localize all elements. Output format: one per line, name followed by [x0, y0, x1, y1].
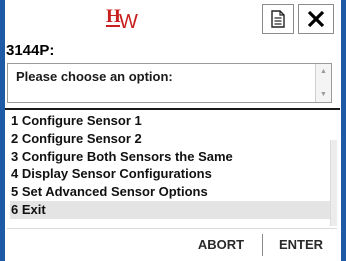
enter-button[interactable]: ENTER: [266, 232, 336, 258]
menu-item-display-sensor-configurations[interactable]: 4 Display Sensor Configurations: [10, 165, 330, 183]
right-frame-edge: [341, 0, 346, 261]
footer-divider: [7, 228, 337, 229]
close-button[interactable]: [298, 4, 334, 34]
document-button[interactable]: [262, 4, 294, 34]
close-icon: [307, 10, 325, 28]
menu-item-set-advanced-options[interactable]: 5 Set Advanced Sensor Options: [10, 183, 330, 201]
menu-item-configure-both-sensors[interactable]: 3 Configure Both Sensors the Same: [10, 148, 330, 166]
scroll-up-icon[interactable]: ▲: [316, 68, 331, 75]
scroll-down-icon[interactable]: ▼: [316, 91, 331, 98]
logo-letter-w: W: [119, 11, 138, 33]
document-icon: [271, 10, 285, 28]
menu-scrollbar[interactable]: [330, 140, 337, 226]
menu-item-configure-sensor-1[interactable]: 1 Configure Sensor 1: [10, 112, 330, 130]
left-frame-edge: [0, 0, 5, 261]
abort-button[interactable]: ABORT: [182, 232, 260, 258]
menu-item-exit[interactable]: 6 Exit: [10, 200, 330, 219]
prompt-box: Please choose an option: ▲ ▼: [7, 63, 332, 103]
menu-item-configure-sensor-2[interactable]: 2 Configure Sensor 2: [10, 130, 330, 148]
hw-logo-icon: H W: [106, 6, 138, 33]
button-separator: [262, 234, 263, 256]
handheld-screen: H W 3144P: Please choose an option: ▲ ▼ …: [0, 0, 346, 261]
option-menu: 1 Configure Sensor 1 2 Configure Sensor …: [10, 112, 330, 219]
prompt-text: Please choose an option:: [16, 69, 173, 84]
section-divider: [5, 108, 340, 110]
device-tag: 3144P:: [6, 42, 55, 59]
prompt-scrollbar[interactable]: ▲ ▼: [315, 64, 331, 102]
